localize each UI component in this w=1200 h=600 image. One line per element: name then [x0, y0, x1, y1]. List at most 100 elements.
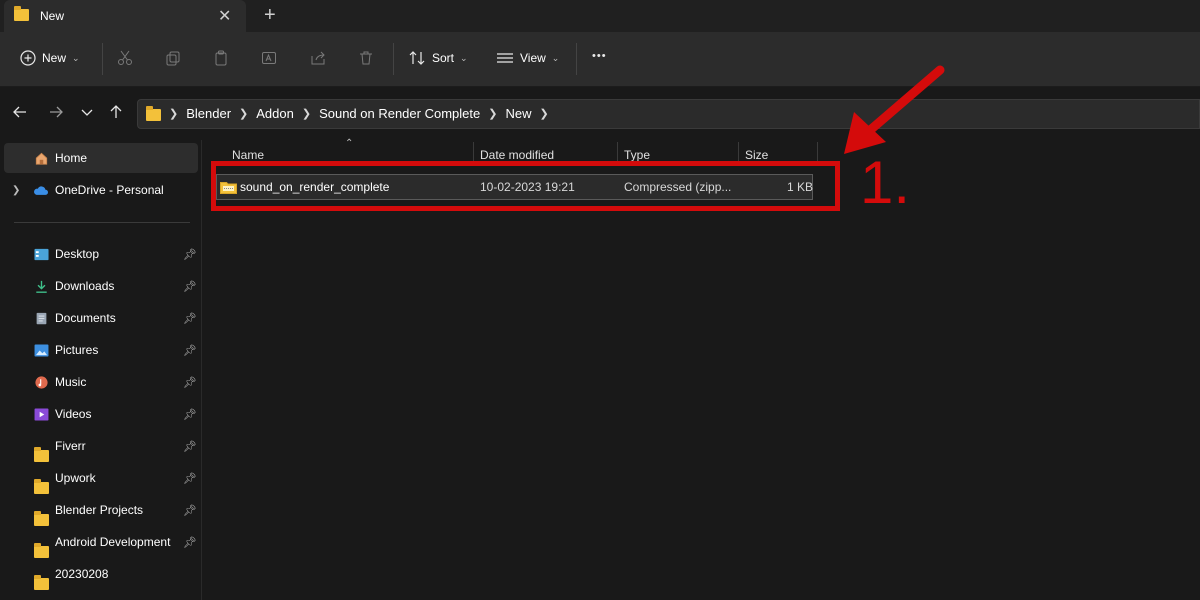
recent-locations-icon[interactable] [80, 105, 94, 124]
tab-folder-icon [14, 6, 29, 21]
pin-icon[interactable]: 📌︎ [183, 408, 197, 421]
sidebar-item-label: 20230208 [55, 567, 109, 581]
pictures-icon [34, 343, 49, 357]
sidebar-item-label: Upwork [55, 471, 96, 485]
breadcrumb-item[interactable]: Addon [256, 106, 294, 121]
sidebar-item-fiverr[interactable]: Fiverr 📌︎ [0, 431, 198, 462]
sidebar-item-blender-projects[interactable]: Blender Projects 📌︎ [0, 495, 198, 526]
sidebar-item-upwork[interactable]: Upwork 📌︎ [0, 463, 198, 494]
desktop-icon [34, 248, 49, 260]
folder-icon [34, 511, 49, 526]
sidebar-item-label: Blender Projects [55, 503, 144, 517]
folder-icon [34, 543, 49, 558]
sort-button[interactable]: Sort ⌄ [408, 50, 468, 66]
annotation-highlight-box [211, 161, 840, 211]
annotation-step-number: 1. [860, 149, 911, 216]
pin-icon[interactable]: 📌︎ [183, 504, 197, 517]
sidebar-item-documents[interactable]: Documents 📌︎ [0, 303, 198, 333]
pin-icon[interactable]: 📌︎ [183, 344, 197, 357]
sidebar-item-home[interactable]: Home [4, 143, 198, 173]
breadcrumb-item[interactable]: New [505, 106, 531, 121]
copy-icon[interactable] [165, 50, 181, 69]
sidebar-item-label: Desktop [55, 247, 100, 261]
more-options-icon[interactable]: ••• [592, 50, 607, 62]
sidebar-item-label: OneDrive - Personal [55, 183, 164, 197]
forward-icon[interactable] [48, 104, 64, 125]
sidebar-item-label: Pictures [55, 343, 99, 357]
sort-ascending-icon: ⌃ [345, 138, 354, 149]
sidebar-item-music[interactable]: Music 📌︎ [0, 367, 198, 397]
toolbar-divider [393, 43, 394, 75]
paste-icon[interactable] [213, 50, 229, 69]
new-button-label: New [42, 51, 67, 65]
sidebar-item-label: Videos [55, 407, 92, 421]
plus-circle-icon [20, 50, 36, 66]
pin-icon[interactable]: 📌︎ [183, 376, 197, 389]
breadcrumb-item[interactable]: Blender [186, 106, 231, 121]
toolbar-divider [102, 43, 103, 75]
chevron-down-icon: ⌄ [460, 52, 468, 63]
tab-close-icon[interactable]: ✕ [218, 6, 231, 26]
sidebar-item-label: Music [55, 375, 87, 389]
cloud-icon [34, 185, 48, 195]
chevron-right-icon[interactable]: ❯ [239, 107, 248, 120]
pin-icon[interactable]: 📌︎ [183, 312, 197, 325]
sidebar-item-android-development[interactable]: Android Development 📌︎ [0, 527, 198, 558]
tab-title: New [40, 9, 65, 23]
folder-icon [34, 575, 49, 590]
chevron-down-icon: ⌄ [551, 52, 560, 63]
sidebar-item-label: Documents [55, 311, 116, 325]
sidebar-divider [14, 222, 190, 223]
toolbar-divider [576, 43, 577, 75]
pin-icon[interactable]: 📌︎ [183, 536, 197, 549]
back-icon[interactable] [12, 104, 28, 125]
cut-icon[interactable] [117, 50, 133, 69]
breadcrumb-item[interactable]: Sound on Render Complete [319, 106, 480, 121]
download-icon [36, 280, 47, 293]
view-button-label: View [520, 51, 546, 65]
sidebar-item-label: Fiverr [55, 439, 86, 453]
sidebar-item-label: Android Development [55, 535, 171, 549]
chevron-right-icon[interactable]: ❯ [169, 107, 178, 120]
sort-icon [409, 51, 425, 65]
music-icon [35, 375, 48, 389]
folder-icon [146, 106, 161, 121]
chevron-right-icon[interactable]: ❯ [302, 107, 311, 120]
expand-chevron-icon[interactable]: ❯ [12, 185, 20, 196]
view-button[interactable]: View ⌄ [496, 50, 559, 66]
column-header-type[interactable]: Type [624, 148, 650, 162]
sidebar-item-20230208[interactable]: 20230208 [0, 559, 198, 590]
pin-icon[interactable]: 📌︎ [183, 440, 197, 453]
sidebar-item-videos[interactable]: Videos 📌︎ [0, 399, 198, 429]
new-button[interactable]: New ⌄ [20, 50, 80, 66]
videos-icon [34, 407, 49, 421]
sort-button-label: Sort [432, 51, 455, 65]
pin-icon[interactable]: 📌︎ [183, 280, 197, 293]
folder-icon [34, 447, 49, 462]
sidebar-item-pictures[interactable]: Pictures 📌︎ [0, 335, 198, 365]
share-icon[interactable] [310, 50, 326, 69]
pin-icon[interactable]: 📌︎ [183, 472, 197, 485]
view-icon [497, 53, 513, 63]
breadcrumb: ❯ Blender ❯ Addon ❯ Sound on Render Comp… [146, 106, 549, 121]
delete-icon[interactable] [358, 50, 374, 69]
chevron-right-icon[interactable]: ❯ [539, 107, 548, 120]
rename-icon[interactable] [261, 50, 277, 69]
home-icon [35, 152, 48, 165]
folder-icon [34, 479, 49, 494]
sidebar-item-onedrive[interactable]: ❯ OneDrive - Personal [0, 175, 198, 205]
column-header-size[interactable]: Size [745, 148, 768, 162]
sidebar-item-desktop[interactable]: Desktop 📌︎ [0, 239, 198, 269]
column-header-date[interactable]: Date modified [480, 148, 554, 162]
annotation-arrow-icon [844, 65, 945, 154]
sidebar-item-downloads[interactable]: Downloads 📌︎ [0, 271, 198, 301]
up-icon[interactable] [108, 104, 124, 125]
sidebar-item-label: Home [55, 151, 88, 165]
chevron-right-icon[interactable]: ❯ [488, 107, 497, 120]
column-header-name[interactable]: Name [232, 148, 264, 162]
document-icon [36, 312, 47, 324]
pin-icon[interactable]: 📌︎ [183, 248, 197, 261]
sidebar-item-label: Downloads [55, 279, 115, 293]
new-tab-icon[interactable]: + [264, 4, 276, 27]
chevron-down-icon: ⌄ [72, 52, 80, 63]
